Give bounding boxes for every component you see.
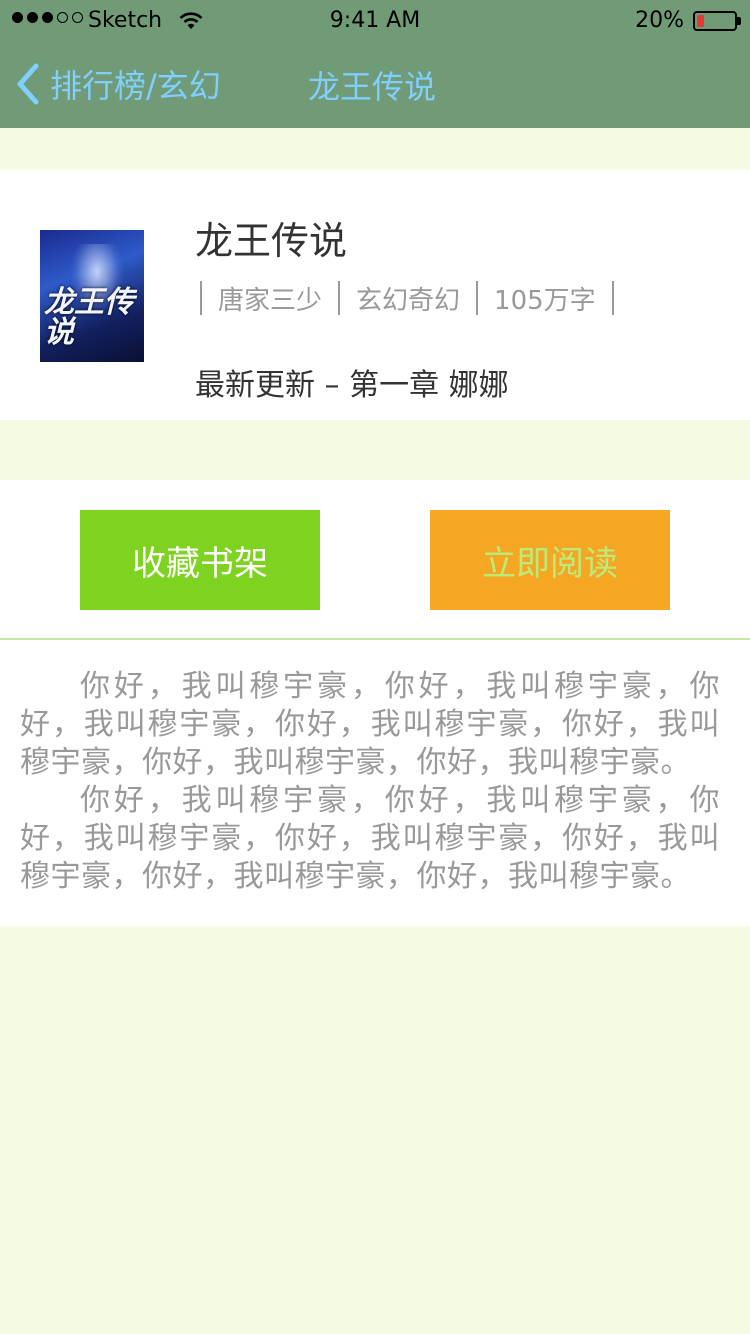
description-paragraph: 你好，我叫穆宇豪，你好，我叫穆宇豪，你好，我叫穆宇豪，你好，我叫穆宇豪，你好，我…	[20, 669, 720, 780]
chevron-left-icon	[17, 63, 39, 105]
back-label: 排行榜/玄幻	[50, 67, 221, 105]
book-meta: 唐家三少 玄幻奇幻 105万字	[200, 280, 614, 316]
battery-percent: 20%	[635, 8, 684, 33]
battery-cap	[737, 17, 741, 25]
book-category: 玄幻奇幻	[356, 285, 461, 316]
book-title: 龙王传说	[195, 219, 348, 263]
back-button[interactable]: 排行榜/玄幻	[14, 44, 221, 124]
read-now-button[interactable]: 立即阅读	[430, 510, 670, 610]
book-info-card: 龙王传说 龙王传说 唐家三少 玄幻奇幻 105万字 最新更新 – 第一章 娜娜	[0, 170, 750, 420]
status-bar: Sketch 9:41 AM 20%	[0, 0, 750, 44]
header: Sketch 9:41 AM 20% 排行榜/玄幻 龙王传说	[0, 0, 750, 128]
nav-bar: 排行榜/玄幻 龙王传说	[0, 44, 750, 128]
book-author: 唐家三少	[218, 285, 323, 316]
battery-level	[697, 15, 705, 27]
action-bar: 收藏书架 立即阅读	[0, 480, 750, 640]
book-description: 你好，我叫穆宇豪，你好，我叫穆宇豪，你好，我叫穆宇豪，你好，我叫穆宇豪，你好，我…	[0, 640, 750, 926]
book-cover-image[interactable]: 龙王传说	[40, 230, 144, 362]
description-paragraph: 你好，我叫穆宇豪，你好，我叫穆宇豪，你好，我叫穆宇豪，你好，我叫穆宇豪，你好，我…	[20, 783, 720, 894]
nav-title: 龙王传说	[308, 68, 437, 106]
cover-title-art: 龙王传说	[44, 285, 134, 350]
meta-divider	[611, 281, 614, 315]
battery-icon	[693, 11, 737, 31]
latest-update-link[interactable]: 最新更新 – 第一章 娜娜	[195, 360, 509, 404]
add-to-shelf-button[interactable]: 收藏书架	[80, 510, 320, 610]
book-word-count: 105万字	[494, 285, 596, 316]
